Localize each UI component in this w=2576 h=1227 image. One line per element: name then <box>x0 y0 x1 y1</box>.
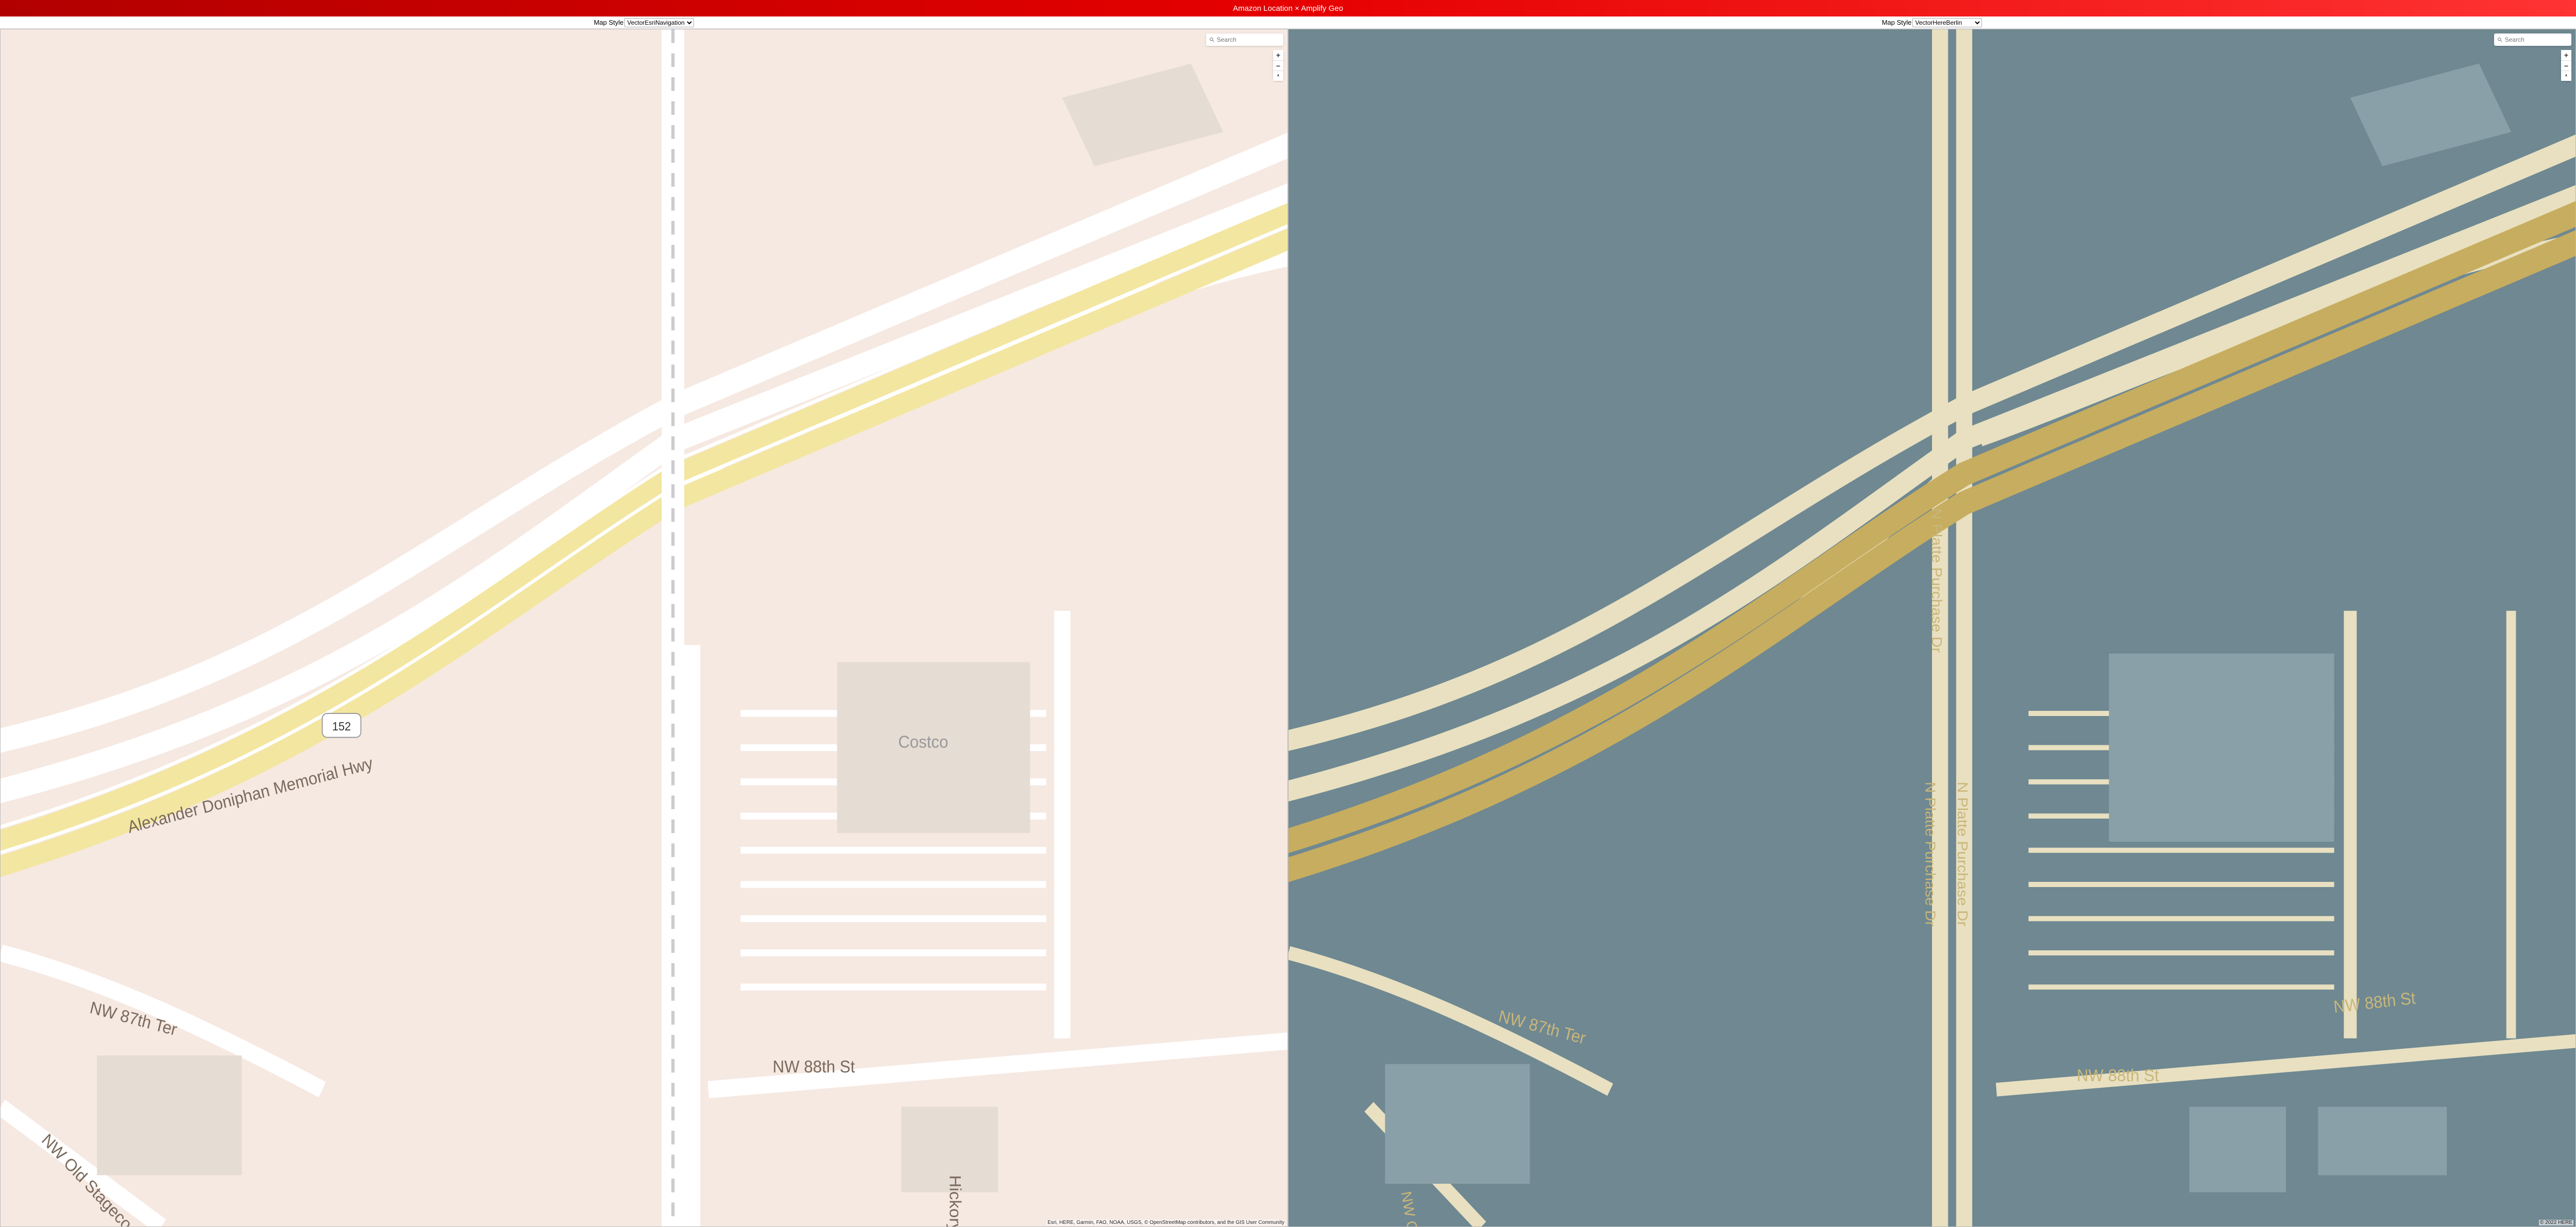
svg-text:NW 88th St: NW 88th St <box>773 1057 855 1076</box>
svg-text:NW 88th St: NW 88th St <box>2077 1066 2159 1085</box>
zoom-in-button[interactable]: + <box>2561 50 2571 60</box>
svg-text:N Platte Purchase Dr: N Platte Purchase Dr <box>1922 782 1938 927</box>
svg-text:Hickory St: Hickory St <box>946 1175 964 1226</box>
left-search-input[interactable] <box>1217 36 1280 43</box>
zoom-out-button[interactable]: − <box>1273 60 1283 71</box>
left-search[interactable] <box>1206 33 1283 46</box>
right-style-select[interactable]: VectorHereBerlin <box>1912 18 1982 27</box>
svg-text:N Platte Purchase Dr: N Platte Purchase Dr <box>1954 782 1970 927</box>
left-zoom-controls: + − <box>1273 50 1283 81</box>
left-style-label: Map Style <box>594 19 624 26</box>
right-style-group: Map Style VectorHereBerlin <box>1288 18 2576 27</box>
compass-icon <box>2564 74 2569 79</box>
right-attribution: © 2022 HERE <box>2539 1220 2573 1225</box>
search-icon <box>1209 37 1215 43</box>
right-zoom-controls: + − <box>2561 50 2571 81</box>
zoom-in-button[interactable]: + <box>1273 50 1283 60</box>
style-toolbar: Map Style VectorEsriNavigation Map Style… <box>0 16 2576 29</box>
svg-text:152: 152 <box>332 720 351 734</box>
map-left-roads: 152 Alexander Doniphan Memorial Hwy NW 8… <box>1 29 1287 1226</box>
compass-icon <box>1276 74 1281 79</box>
app-title: Amazon Location × Amplify Geo <box>1233 4 1343 13</box>
compass-button[interactable] <box>2561 71 2571 81</box>
left-attribution: Esri, HERE, Garmin, FAO, NOAA, USGS, © O… <box>1046 1220 1285 1225</box>
left-style-select[interactable]: VectorEsriNavigation <box>624 18 694 27</box>
compass-button[interactable] <box>1273 71 1283 81</box>
left-style-group: Map Style VectorEsriNavigation <box>0 18 1288 27</box>
right-style-label: Map Style <box>1882 19 1912 26</box>
app-header: Amazon Location × Amplify Geo <box>0 0 2576 16</box>
map-compare-container: 152 Alexander Doniphan Memorial Hwy NW 8… <box>0 29 2576 1227</box>
right-search[interactable] <box>2494 33 2571 46</box>
right-search-input[interactable] <box>2505 36 2568 43</box>
svg-text:N Platte Purchase Dr: N Platte Purchase Dr <box>1928 508 1944 653</box>
search-icon <box>2497 37 2503 43</box>
map-left[interactable]: 152 Alexander Doniphan Memorial Hwy NW 8… <box>0 29 1288 1227</box>
map-right[interactable]: N Platte Purchase Dr N Platte Purchase D… <box>1288 29 2576 1227</box>
svg-text:Costco: Costco <box>898 732 948 752</box>
svg-text:NW Old: NW Old <box>1398 1190 1422 1226</box>
zoom-out-button[interactable]: − <box>2561 60 2571 71</box>
map-right-roads: N Platte Purchase Dr N Platte Purchase D… <box>1289 29 2575 1226</box>
